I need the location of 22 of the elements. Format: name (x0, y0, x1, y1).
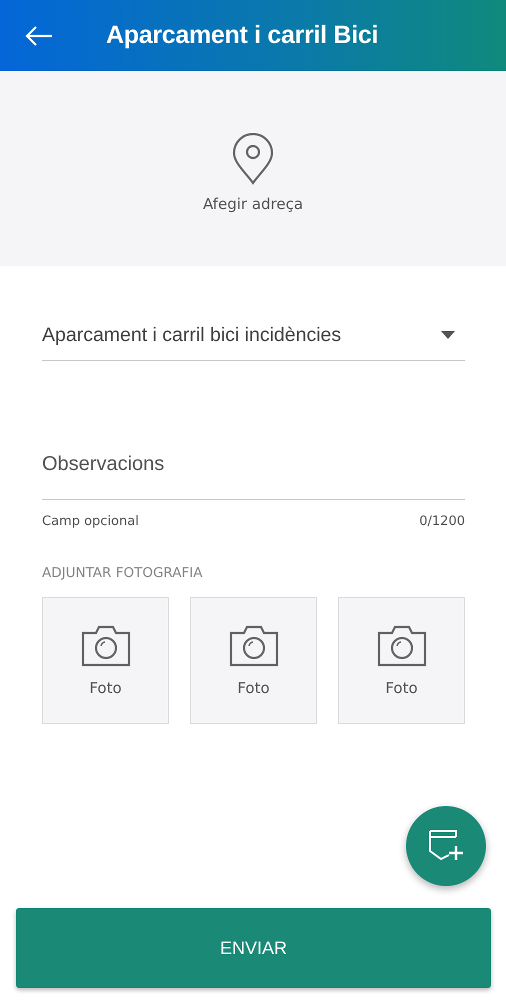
photo-label: Foto (237, 678, 270, 696)
camera-icon (80, 624, 130, 666)
screen-title: Aparcament i carril Bici (106, 21, 378, 50)
camera-icon (228, 624, 278, 666)
location-pin-icon (232, 132, 274, 184)
photo-slot[interactable]: Foto (338, 597, 465, 724)
category-dropdown[interactable]: Aparcament i carril bici incidències (42, 310, 465, 361)
optional-field-hint: Camp opcional (42, 514, 139, 529)
camera-icon (376, 624, 426, 666)
photo-slot[interactable]: Foto (42, 597, 169, 724)
photo-label: Foto (89, 678, 122, 696)
attach-photo-label: ADJUNTAR FOTOGRAFIA (42, 565, 204, 581)
add-floating-button[interactable] (406, 806, 486, 886)
photo-label: Foto (385, 678, 418, 696)
dropdown-caret-icon (441, 331, 455, 339)
submit-button[interactable]: ENVIAR (16, 908, 491, 988)
character-counter: 0/1200 (419, 514, 465, 529)
address-panel[interactable]: Afegir adreça (0, 71, 506, 266)
observations-field[interactable]: Observacions (42, 429, 465, 500)
add-address-label: Afegir adreça (202, 194, 304, 212)
photo-slot[interactable]: Foto (190, 597, 317, 724)
back-arrow-icon[interactable] (24, 24, 54, 46)
